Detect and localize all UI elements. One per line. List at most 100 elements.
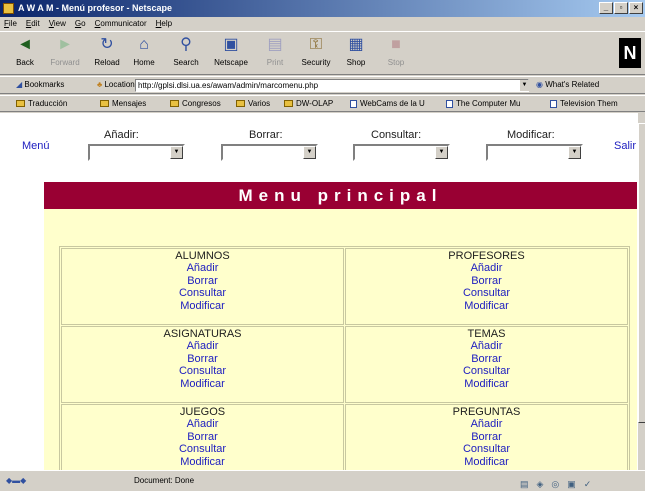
preguntas-modificar-link[interactable]: Modificar: [346, 456, 627, 469]
folder-icon: [100, 100, 109, 108]
stop-icon: ■: [391, 36, 401, 53]
home-icon: ⌂: [139, 36, 149, 53]
preguntas-anadir-link[interactable]: Añadir: [346, 418, 627, 431]
close-button[interactable]: ×: [629, 2, 643, 14]
page-icon: [550, 99, 557, 108]
shop-icon: ▦: [348, 36, 364, 53]
section-title: TEMAS: [467, 328, 506, 340]
asignaturas-consultar-link[interactable]: Consultar: [62, 365, 343, 378]
bookmark-varios[interactable]: Varios: [236, 96, 270, 111]
bookmark-television[interactable]: Television Them: [550, 96, 618, 111]
menu-view[interactable]: View: [49, 17, 66, 31]
vertical-scrollbar[interactable]: [637, 113, 645, 470]
temas-modificar-link[interactable]: Modificar: [346, 378, 627, 391]
section-alumnos: ALUMNOS Añadir Borrar Consultar Modifica…: [61, 248, 344, 325]
dropdown-label-consultar: Consultar:: [371, 129, 422, 141]
profesores-anadir-link[interactable]: Añadir: [346, 262, 627, 275]
status-bar: ◆▬◆ Document: Done ▤◈◎▣✓: [0, 470, 645, 491]
location-toolbar: ◢ Bookmarks ♣ Location: http://gplsi.dls…: [0, 76, 645, 94]
temas-consultar-link[interactable]: Consultar: [346, 365, 627, 378]
netscape-button[interactable]: ▣ Netscape: [212, 35, 250, 67]
folder-icon: [170, 100, 179, 108]
main-menu-panel: Menu principal ALUMNOS Añadir Borrar Con…: [44, 182, 637, 470]
bookmark-mensajes[interactable]: Mensajes: [100, 96, 146, 111]
asignaturas-modificar-link[interactable]: Modificar: [62, 378, 343, 391]
profesores-borrar-link[interactable]: Borrar: [346, 275, 627, 288]
menu-file[interactable]: File: [4, 17, 17, 31]
section-juegos: JUEGOS Añadir Borrar Consultar Modificar: [61, 404, 344, 470]
print-button[interactable]: ▤ Print: [256, 35, 294, 67]
page-icon: [350, 99, 357, 108]
bookmarks-button[interactable]: ◢ Bookmarks: [16, 77, 64, 93]
minimize-button[interactable]: _: [599, 2, 613, 14]
dropdown-label-modificar: Modificar:: [507, 129, 555, 141]
section-profesores: PROFESORES Añadir Borrar Consultar Modif…: [345, 248, 628, 325]
page-title: Menu principal: [44, 182, 637, 209]
menu-edit[interactable]: Edit: [26, 17, 40, 31]
page-icon: [446, 99, 453, 108]
status-text: Document: Done: [134, 476, 195, 485]
folder-icon: [236, 100, 245, 108]
location-label: ♣ Location:: [97, 80, 137, 89]
consultar-select[interactable]: ▼: [353, 144, 450, 161]
maximize-button[interactable]: ▫: [614, 2, 628, 14]
alumnos-anadir-link[interactable]: Añadir: [62, 262, 343, 275]
home-button[interactable]: ⌂ Home: [125, 35, 163, 67]
juegos-anadir-link[interactable]: Añadir: [62, 418, 343, 431]
preguntas-borrar-link[interactable]: Borrar: [346, 431, 627, 444]
modificar-select[interactable]: ▼: [486, 144, 583, 161]
bookmark-congresos[interactable]: Congresos: [170, 96, 221, 111]
borrar-select[interactable]: ▼: [221, 144, 318, 161]
alumnos-modificar-link[interactable]: Modificar: [62, 300, 343, 313]
asignaturas-anadir-link[interactable]: Añadir: [62, 340, 343, 353]
related-icon: ◉: [536, 80, 546, 89]
alumnos-borrar-link[interactable]: Borrar: [62, 275, 343, 288]
profesores-consultar-link[interactable]: Consultar: [346, 287, 627, 300]
window-title: A W A M - Menú profesor - Netscape: [18, 3, 173, 13]
temas-borrar-link[interactable]: Borrar: [346, 353, 627, 366]
url-input[interactable]: http://gplsi.dlsi.ua.es/awam/admin/marco…: [135, 79, 529, 92]
menu-communicator[interactable]: Communicator: [95, 17, 147, 31]
bookmark-webcams[interactable]: WebCams de la U: [350, 96, 425, 111]
bookmark-traduccion[interactable]: Traducción: [16, 96, 67, 111]
chevron-down-icon: ▼: [435, 146, 448, 159]
netscape-icon: ▣: [223, 36, 239, 53]
dropdown-label-anadir: Añadir:: [104, 129, 139, 141]
connection-icon: ◆▬◆: [6, 476, 27, 485]
alumnos-consultar-link[interactable]: Consultar: [62, 287, 343, 300]
section-title: JUEGOS: [179, 406, 226, 418]
chevron-down-icon: ▼: [170, 146, 183, 159]
whats-related-button[interactable]: ◉ What's Related: [536, 77, 599, 93]
anadir-select[interactable]: ▼: [88, 144, 185, 161]
preguntas-consultar-link[interactable]: Consultar: [346, 443, 627, 456]
reload-button[interactable]: ↻ Reload: [88, 35, 126, 67]
juegos-consultar-link[interactable]: Consultar: [62, 443, 343, 456]
menu-bar: File Edit View Go Communicator Help: [0, 17, 645, 31]
section-title: ALUMNOS: [175, 250, 230, 262]
temas-anadir-link[interactable]: Añadir: [346, 340, 627, 353]
back-arrow-icon: ◄: [17, 36, 33, 53]
shop-button[interactable]: ▦ Shop: [337, 35, 375, 67]
asignaturas-borrar-link[interactable]: Borrar: [62, 353, 343, 366]
netscape-logo-icon: N: [619, 38, 641, 68]
juegos-borrar-link[interactable]: Borrar: [62, 431, 343, 444]
top-menu: Menú Añadir: ▼ Borrar: ▼ Consultar: ▼ Mo…: [0, 113, 637, 168]
url-dropdown-arrow-icon[interactable]: ▼: [520, 80, 529, 91]
bookmark-dw-olap[interactable]: DW-OLAP: [284, 96, 333, 111]
section-preguntas: PREGUNTAS Añadir Borrar Consultar Modifi…: [345, 404, 628, 470]
profesores-modificar-link[interactable]: Modificar: [346, 300, 627, 313]
bookmark-computer-mu[interactable]: The Computer Mu: [446, 96, 520, 111]
search-button[interactable]: ⚲ Search: [167, 35, 205, 67]
personal-toolbar: Traducción Mensajes Congresos Varios DW-…: [0, 95, 645, 112]
menu-go[interactable]: Go: [75, 17, 86, 31]
stop-button[interactable]: ■ Stop: [377, 35, 415, 67]
window-title-bar: A W A M - Menú profesor - Netscape _ ▫ ×: [0, 0, 645, 17]
back-button[interactable]: ◄ Back: [6, 35, 44, 67]
menu-link[interactable]: Menú: [22, 140, 50, 152]
salir-link[interactable]: Salir: [614, 140, 636, 152]
menu-help[interactable]: Help: [156, 17, 172, 31]
juegos-modificar-link[interactable]: Modificar: [62, 456, 343, 469]
security-button[interactable]: ⚿ Security: [297, 35, 335, 67]
scrollbar-thumb[interactable]: [638, 123, 645, 423]
forward-button[interactable]: ► Forward: [46, 35, 84, 67]
